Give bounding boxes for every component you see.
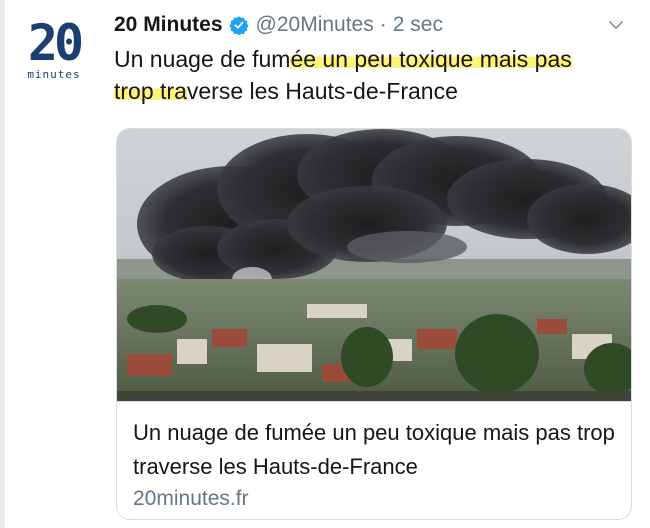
tweet-text-highlight: trop tra: [114, 78, 187, 104]
verified-badge-icon: [228, 16, 249, 35]
avatar-logo-text: 20: [27, 14, 84, 72]
chevron-down-icon[interactable]: [607, 16, 625, 34]
card-title[interactable]: Un nuage de fumée un peu toxique mais pa…: [133, 416, 617, 484]
tweet-timestamp[interactable]: 2 sec: [393, 13, 443, 37]
avatar-logo-subtext: minutes: [27, 68, 81, 81]
card-domain[interactable]: 20minutes.fr: [133, 487, 249, 511]
avatar[interactable]: 20 minutes: [22, 14, 86, 90]
user-handle[interactable]: @20Minutes: [256, 13, 374, 37]
left-edge-divider: [0, 0, 5, 528]
card-body[interactable]: Un nuage de fumée un peu toxique mais pa…: [117, 401, 631, 519]
display-name[interactable]: 20 Minutes: [114, 13, 223, 37]
link-preview-card[interactable]: Un nuage de fumée un peu toxique mais pa…: [116, 128, 632, 520]
card-image[interactable]: [117, 129, 631, 401]
tweet-text-part: Un nuage de fum: [114, 46, 291, 72]
tweet-text-highlight: ée un peu toxique mais pas: [290, 46, 572, 72]
header-separator: ·: [379, 13, 387, 36]
tweet-text: Un nuage de fumée un peu toxique mais pa…: [114, 43, 634, 107]
tweet-text-part: verse les Hauts-de-France: [186, 78, 458, 104]
tweet-header: 20 Minutes @20Minutes · 2 sec: [114, 10, 443, 40]
